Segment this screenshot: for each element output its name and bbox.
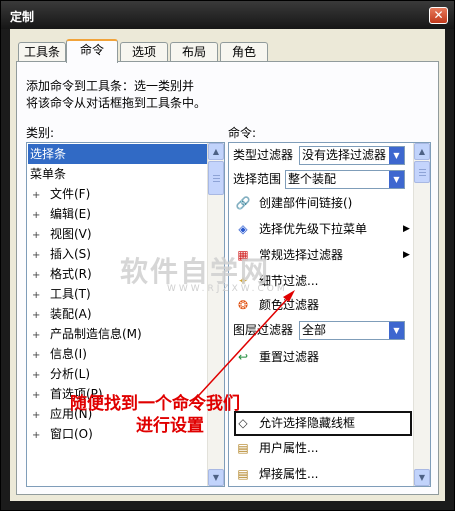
dialog-client: 工具条 命令 选项 布局 角色 添加命令到工具条：选一类别并 将该命令从对话框拖… [10,29,445,501]
tab-layout[interactable]: 布局 [170,42,218,62]
close-button[interactable]: ✕ [429,7,448,24]
customize-dialog: 定制 ✕ 工具条 命令 选项 布局 角色 添加命令到工具条：选一类别并 将该命令… [0,0,455,511]
tab-roles[interactable]: 角色 [220,42,268,62]
tab-toolbars[interactable]: 工具条 [18,42,66,62]
commands-panel: 添加命令到工具条：选一类别并 将该命令从对话框拖到工具条中。 类别: 命令: 选… [16,61,439,495]
tab-options[interactable]: 选项 [120,42,168,62]
annotation-line-2: 进行设置 [136,416,204,436]
title-bar[interactable]: 定制 ✕ [1,1,454,29]
tab-commands[interactable]: 命令 [66,39,118,63]
window-title: 定制 [10,10,35,24]
annotation-arrow [188,290,295,407]
